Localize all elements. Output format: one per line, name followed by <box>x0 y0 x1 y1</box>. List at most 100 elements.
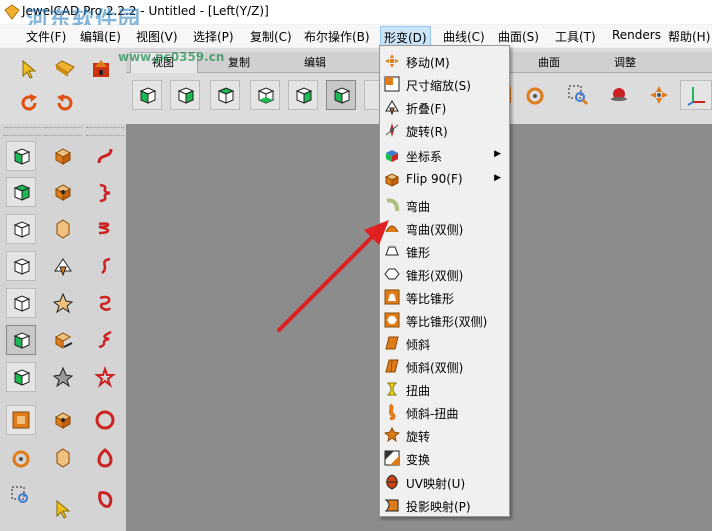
rotate-view-button[interactable] <box>520 80 550 110</box>
menu-item-flip90[interactable]: Flip 90(F) ▶ <box>380 168 509 190</box>
watermark-url: www.pc0359.cn <box>118 50 225 64</box>
panel-column-header <box>86 127 124 136</box>
pointer-tool[interactable] <box>48 494 78 524</box>
circle-curve-tool[interactable] <box>90 405 120 435</box>
menu-file[interactable]: 文件(F) <box>26 28 66 45</box>
view-bottom-button[interactable] <box>250 80 280 110</box>
undo-button[interactable] <box>50 88 80 118</box>
menu-item-slant-twist[interactable]: 倾斜-扭曲 <box>380 401 509 423</box>
cube-tool-4[interactable] <box>6 251 36 281</box>
star-tool[interactable] <box>48 288 78 318</box>
box-tool[interactable] <box>48 141 78 171</box>
curve-tool-5[interactable] <box>90 288 120 318</box>
bean-curve-icon <box>98 491 113 508</box>
menu-item-scale[interactable]: 尺寸缩放(S) <box>380 73 509 95</box>
menu-copy[interactable]: 复制(C) <box>250 28 292 45</box>
menu-view[interactable]: 视图(V) <box>136 28 178 45</box>
cube-tool-5[interactable] <box>6 288 36 318</box>
view-iso-button[interactable] <box>364 80 380 110</box>
redo-icon <box>21 94 37 111</box>
box-dots-icon <box>54 412 72 429</box>
menu-item-bend-double[interactable]: 弯曲(双侧) <box>380 217 509 239</box>
menu-item-slant[interactable]: 倾斜 <box>380 332 509 354</box>
cube-tool-3[interactable] <box>6 214 36 244</box>
cube-tool-1[interactable] <box>6 141 36 171</box>
view-back-button[interactable] <box>170 80 200 110</box>
save-button[interactable] <box>86 54 116 84</box>
menu-select[interactable]: 选择(P) <box>193 28 234 45</box>
cube-tool-7[interactable] <box>6 362 36 392</box>
pan-icon <box>650 86 668 104</box>
cube-icon <box>177 87 195 104</box>
light-button[interactable] <box>604 80 634 110</box>
spring-curve-icon <box>99 183 111 203</box>
menu-item-coordinate[interactable]: 坐标系 ▶ <box>380 144 509 166</box>
axis-button[interactable] <box>680 80 712 110</box>
rotate-view-tool[interactable] <box>6 443 36 473</box>
fold-tool[interactable] <box>48 251 78 281</box>
select-pointer-button[interactable] <box>14 54 44 84</box>
drop-curve-tool[interactable] <box>90 443 120 473</box>
bean-curve-tool[interactable] <box>90 484 120 514</box>
tab-edit[interactable]: 编辑 <box>282 54 348 72</box>
gear-star-tool[interactable] <box>48 362 78 392</box>
menu-help[interactable]: 帮助(H) <box>668 28 710 45</box>
curve-tool-2[interactable] <box>90 177 120 207</box>
menu-item-label: 折叠(F) <box>406 102 447 116</box>
pan-button[interactable] <box>644 80 674 110</box>
menu-item-transform[interactable]: 变换 <box>380 447 509 469</box>
menu-item-slant-double[interactable]: 倾斜(双侧) <box>380 355 509 377</box>
menu-renders[interactable]: Renders <box>612 28 661 42</box>
menu-item-rotate[interactable]: 旋转(R) <box>380 119 509 141</box>
extrude-tool[interactable] <box>48 325 78 355</box>
tab-adjust[interactable]: 调整 <box>592 54 658 72</box>
menu-bar: 文件(F) 编辑(E) 视图(V) 选择(P) 复制(C) 布尔操作(B) 形变… <box>0 25 712 49</box>
menu-curve[interactable]: 曲线(C) <box>443 28 485 45</box>
taper-double-icon <box>384 268 400 280</box>
curve-tool-3[interactable] <box>90 214 120 244</box>
view-left-button[interactable] <box>326 80 356 110</box>
open-file-button[interactable] <box>50 54 80 84</box>
menu-item-projection-map[interactable]: 投影映射(P) <box>380 494 509 516</box>
star-curve-tool[interactable] <box>90 362 120 392</box>
box-dots-tool-2[interactable] <box>48 405 78 435</box>
menu-item-prop-taper-double[interactable]: 等比锥形(双侧) <box>380 309 509 331</box>
box-dots-tool[interactable] <box>48 177 78 207</box>
hex-tool-2[interactable] <box>48 443 78 473</box>
menu-item-bend[interactable]: 弯曲 <box>380 194 509 216</box>
flip-icon <box>384 173 400 187</box>
menu-boolean[interactable]: 布尔操作(B) <box>304 28 370 45</box>
curve-tool-6[interactable] <box>90 325 120 355</box>
tab-surface[interactable]: 曲面 <box>516 54 582 72</box>
proportional-taper-double-icon <box>384 312 400 328</box>
transform-menu: 移动(M) 尺寸缩放(S) 折叠(F) 旋转(R) 坐标系 ▶ Flip 90(… <box>379 45 510 517</box>
menu-item-prop-taper[interactable]: 等比锥形 <box>380 286 509 308</box>
menu-item-fold[interactable]: 折叠(F) <box>380 96 509 118</box>
menu-item-label: 倾斜-扭曲 <box>406 407 459 421</box>
menu-item-label: 扭曲 <box>406 384 431 398</box>
cube-tool-6[interactable] <box>6 325 36 355</box>
hex-tool[interactable] <box>48 214 78 244</box>
zoom-window-button[interactable] <box>563 80 593 110</box>
cube-icon <box>13 184 31 201</box>
menu-item-taper[interactable]: 锥形 <box>380 240 509 262</box>
curve-tool-1[interactable] <box>90 141 120 171</box>
redo-button[interactable] <box>14 88 44 118</box>
view-right-button[interactable] <box>288 80 318 110</box>
cube-tool-2[interactable] <box>6 177 36 207</box>
menu-edit[interactable]: 编辑(E) <box>80 28 121 45</box>
menu-item-spin[interactable]: 旋转 <box>380 424 509 446</box>
menu-item-uv-map[interactable]: UV映射(U) <box>380 471 509 493</box>
menu-item-taper-double[interactable]: 锥形(双侧) <box>380 263 509 285</box>
view-front-button[interactable] <box>132 80 162 110</box>
menu-tools[interactable]: 工具(T) <box>555 28 596 45</box>
zoom-tool[interactable] <box>6 481 36 511</box>
menu-item-twist[interactable]: 扭曲 <box>380 378 509 400</box>
helix-curve-icon <box>98 330 112 349</box>
frame-tool[interactable] <box>6 405 36 435</box>
bend-icon <box>386 198 400 212</box>
menu-surface[interactable]: 曲面(S) <box>498 28 539 45</box>
curve-tool-4[interactable] <box>90 251 120 281</box>
view-top-button[interactable] <box>210 80 240 110</box>
menu-item-move[interactable]: 移动(M) <box>380 50 509 72</box>
